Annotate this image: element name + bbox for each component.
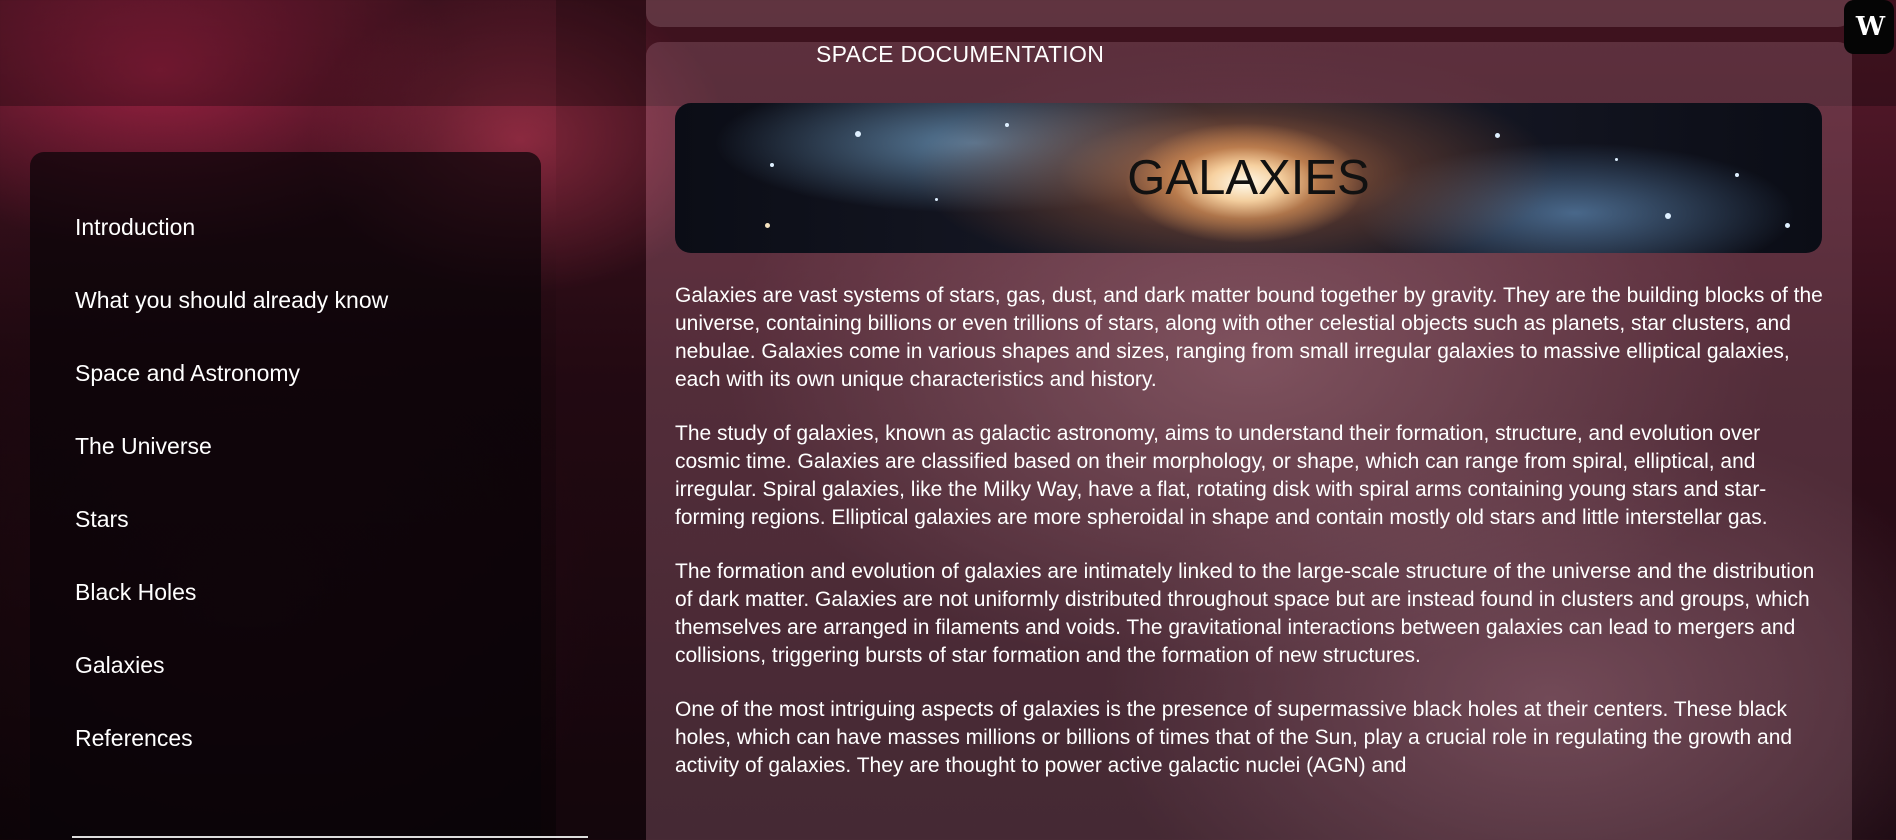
nav-item-the-universe[interactable]: The Universe [30, 433, 541, 506]
nav-list: Introduction What you should already kno… [30, 152, 541, 798]
section-heading: GALAXIES [675, 103, 1822, 253]
nav-item-galaxies[interactable]: Galaxies [30, 652, 541, 725]
nav-item-black-holes[interactable]: Black Holes [30, 579, 541, 652]
page-title: SPACE DOCUMENTATION [816, 42, 1105, 67]
column-gap-shade [556, 0, 646, 840]
previous-section-card-edge [646, 0, 1852, 27]
w-logo-icon[interactable]: W [1844, 0, 1894, 54]
sidebar-nav: Introduction What you should already kno… [30, 152, 541, 840]
nav-item-introduction[interactable]: Introduction [30, 214, 541, 287]
paragraph: One of the most intriguing aspects of ga… [675, 698, 1793, 777]
nav-item-references[interactable]: References [30, 725, 541, 798]
nav-item-stars[interactable]: Stars [30, 506, 541, 579]
section-heading-text: GALAXIES [1127, 151, 1370, 205]
main-content-card: SPACE DOCUMENTATION GALAXIES Galaxies ar… [646, 42, 1852, 840]
paragraph: Galaxies are vast systems of stars, gas,… [675, 284, 1823, 391]
paragraph: The study of galaxies, known as galactic… [675, 422, 1768, 529]
article-body: Galaxies are vast systems of stars, gas,… [675, 282, 1830, 806]
sidebar-scroll-indicator[interactable] [72, 836, 588, 838]
paragraph: The formation and evolution of galaxies … [675, 560, 1815, 667]
nav-item-space-and-astronomy[interactable]: Space and Astronomy [30, 360, 541, 433]
nav-item-what-you-should-already-know[interactable]: What you should already know [30, 287, 541, 360]
galaxy-hero-banner: GALAXIES [675, 103, 1822, 253]
